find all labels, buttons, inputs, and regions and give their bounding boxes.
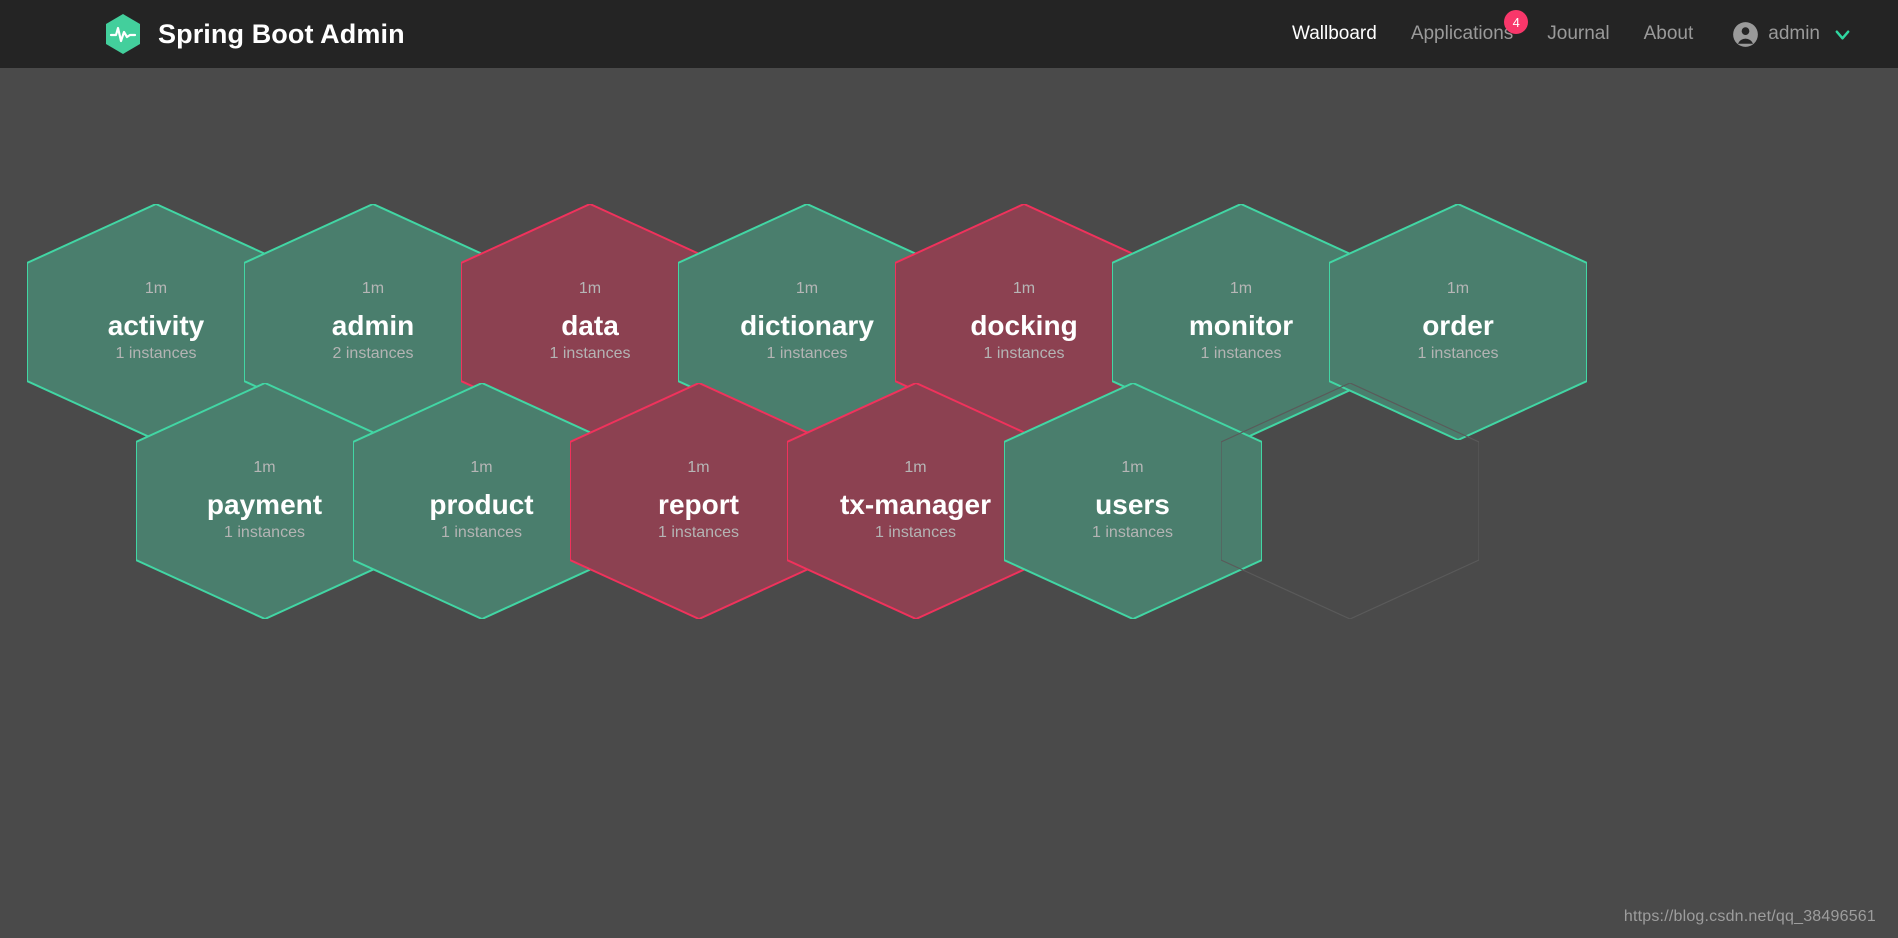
nav-item-wallboard[interactable]: Wallboard [1275, 23, 1394, 45]
user-menu[interactable]: admin [1710, 21, 1852, 48]
nav-item-wallboard-label: Wallboard [1291, 23, 1377, 44]
wallboard-hex-grid: 1m activity 1 instances 1m admin 2 instances 1… [0, 68, 1898, 938]
top-navbar: Spring Boot Admin Wallboard Applications… [0, 0, 1898, 68]
nav-item-journal-label: Journal [1547, 23, 1610, 44]
nav-item-applications[interactable]: Applications 4 [1394, 10, 1530, 45]
nav-item-applications-label: Applications [1410, 23, 1514, 44]
chevron-down-icon[interactable] [1833, 25, 1852, 44]
nav-item-journal[interactable]: Journal [1530, 23, 1626, 45]
hexagon-shape [1221, 383, 1479, 619]
nav-links: Wallboard Applications 4 Journal About a… [1275, 10, 1852, 48]
brand[interactable]: Spring Boot Admin [104, 13, 405, 55]
hex-placeholder [1221, 383, 1479, 619]
watermark-text: https://blog.csdn.net/qq_38496561 [1623, 908, 1876, 925]
brand-title: Spring Boot Admin [158, 18, 405, 49]
applications-count-badge: 4 [1504, 10, 1529, 34]
nav-item-about-label: About [1643, 23, 1694, 44]
user-circle-icon [1732, 21, 1759, 48]
hex-tile [1221, 383, 1479, 619]
user-name-label: admin [1768, 23, 1820, 44]
nav-item-about[interactable]: About [1627, 23, 1711, 45]
spring-boot-admin-logo-icon [104, 13, 142, 55]
wallboard-page: Spring Boot Admin Wallboard Applications… [0, 0, 1898, 938]
